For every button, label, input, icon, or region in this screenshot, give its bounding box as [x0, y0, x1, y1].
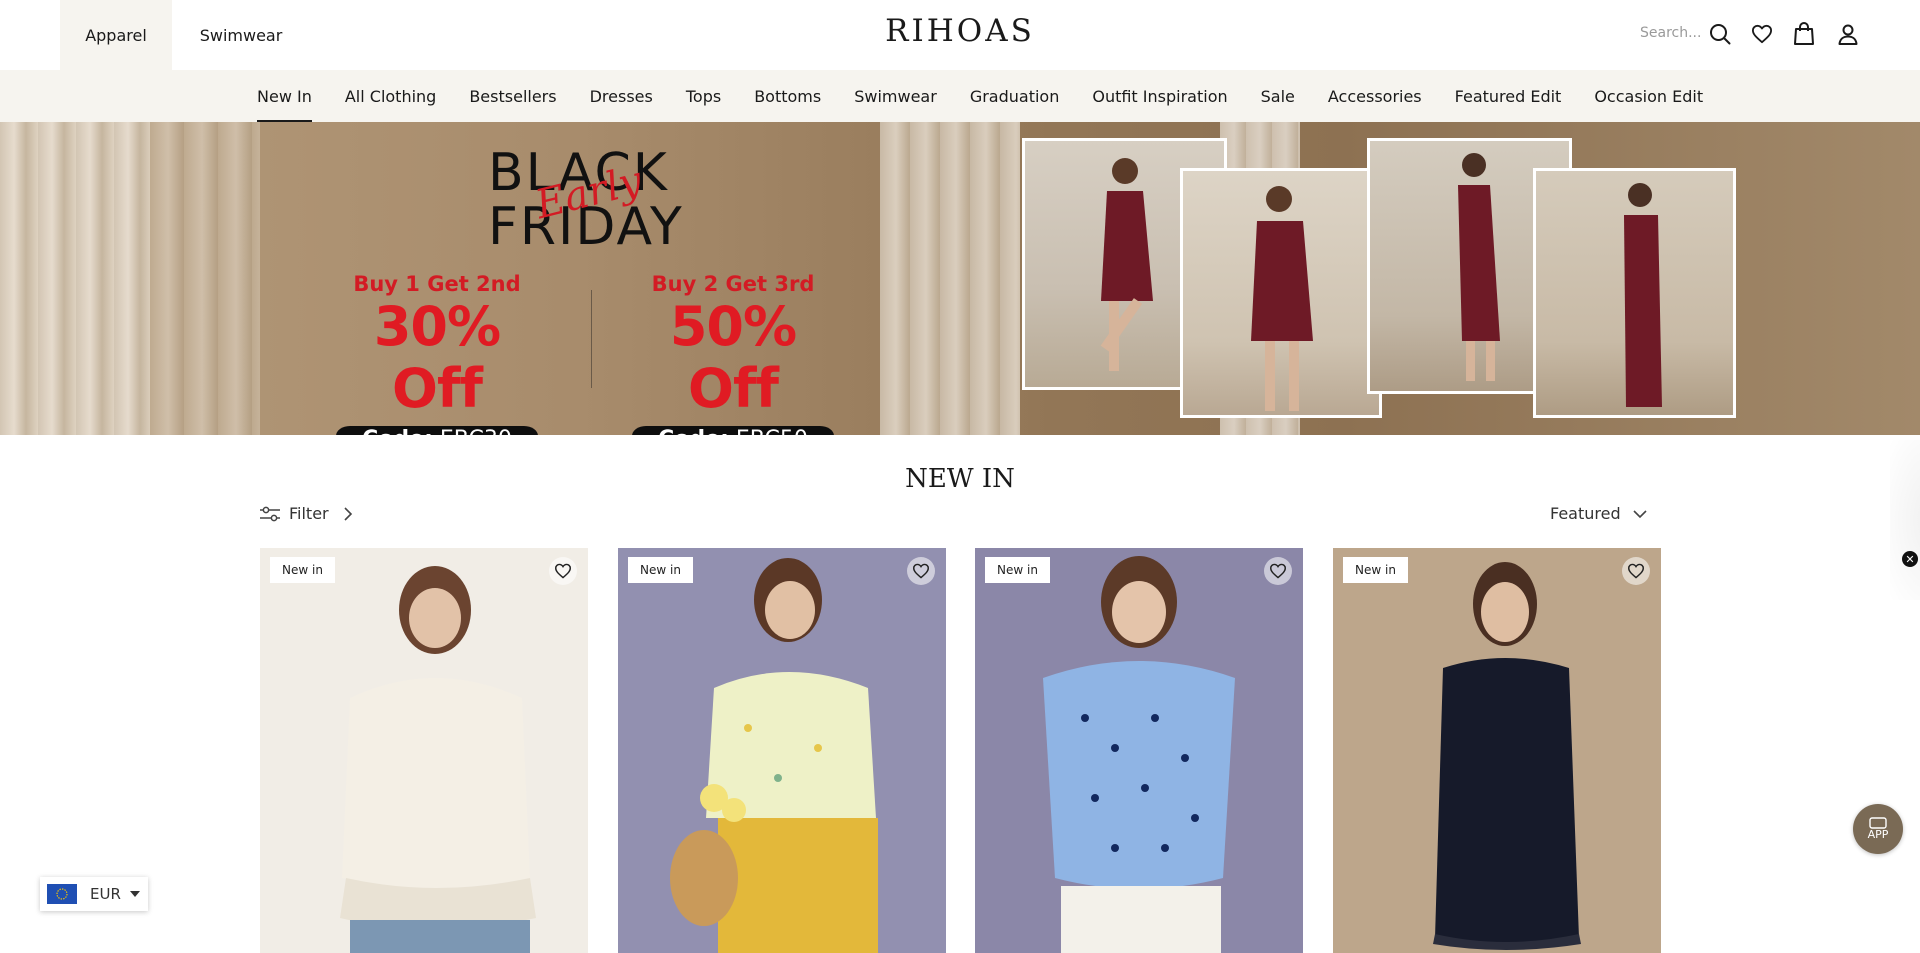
deal-50-code: Code: EBC50: [632, 426, 834, 435]
side-promo-tab: [1890, 440, 1920, 600]
nav-item-bestsellers[interactable]: Bestsellers: [469, 70, 556, 122]
nav-item-featured-edit[interactable]: Featured Edit: [1455, 70, 1562, 122]
nav-item-all-clothing[interactable]: All Clothing: [345, 70, 436, 122]
product-image-2: [618, 548, 946, 953]
new-in-badge: New in: [270, 557, 335, 583]
model-photo-2: [1180, 168, 1382, 418]
deal-50-code-value: EBC50: [736, 427, 808, 435]
category-tab-swimwear[interactable]: Swimwear: [172, 0, 310, 70]
nav-item-sale[interactable]: Sale: [1261, 70, 1295, 122]
deal-30-percent: 30% Off: [373, 295, 501, 420]
promo-banner[interactable]: BLACK FRIDAY Early Buy 1 Get 2nd 30% Off…: [0, 122, 1920, 435]
deal-30-head: Buy 1 Get 2nd: [353, 272, 521, 296]
product-image-4: [1333, 548, 1661, 953]
deal-separator: [591, 290, 592, 388]
new-in-badge: New in: [628, 557, 693, 583]
close-icon[interactable]: ✕: [1902, 551, 1918, 567]
nav-list: New In All Clothing Bestsellers Dresses …: [257, 70, 1736, 122]
new-in-badge: New in: [1343, 557, 1408, 583]
deal-30-code: Code: EBC30: [336, 426, 538, 435]
chevron-down-icon: [1633, 509, 1647, 518]
caret-down-icon: [129, 891, 140, 897]
wishlist-heart-icon[interactable]: [907, 557, 935, 585]
nav-item-dresses[interactable]: Dresses: [590, 70, 653, 122]
nav-item-tops[interactable]: Tops: [686, 70, 721, 122]
deal-50-off: Buy 2 Get 3rd 50% Off Code: EBC50: [618, 272, 848, 435]
deal-30-code-value: EBC30: [440, 427, 512, 435]
section-title: NEW IN: [905, 464, 1015, 494]
deal-50-percent: 50% Off: [669, 295, 797, 420]
nav-item-bottoms[interactable]: Bottoms: [754, 70, 821, 122]
search-input[interactable]: Search...: [1640, 25, 1701, 41]
deal-50-code-prefix: Code:: [658, 427, 729, 435]
category-tab-apparel[interactable]: Apparel: [60, 0, 172, 70]
product-card-3[interactable]: New in: [975, 548, 1303, 953]
app-download-button[interactable]: APP: [1853, 804, 1903, 854]
eu-flag-icon: [47, 884, 77, 904]
deal-50-head: Buy 2 Get 3rd: [651, 272, 815, 296]
sort-dropdown[interactable]: Featured: [1550, 504, 1647, 523]
deal-30-off: Buy 1 Get 2nd 30% Off Code: EBC30: [322, 272, 552, 435]
heart-icon[interactable]: [1749, 21, 1775, 47]
main-nav: New In All Clothing Bestsellers Dresses …: [0, 70, 1920, 122]
product-image-1: [260, 548, 588, 953]
app-label: APP: [1867, 828, 1889, 841]
currency-selector[interactable]: EUR: [40, 877, 148, 911]
bag-icon[interactable]: [1791, 21, 1817, 47]
wishlist-heart-icon[interactable]: [1264, 557, 1292, 585]
top-header: Apparel Swimwear RIHOAS Search...: [0, 0, 1920, 70]
user-icon[interactable]: [1835, 21, 1861, 47]
search-icon[interactable]: [1707, 21, 1733, 47]
wishlist-heart-icon[interactable]: [1622, 557, 1650, 585]
deal-30-code-prefix: Code:: [362, 427, 433, 435]
currency-label: EUR: [90, 885, 121, 903]
product-image-3: [975, 548, 1303, 953]
nav-item-graduation[interactable]: Graduation: [970, 70, 1060, 122]
sort-label: Featured: [1550, 504, 1621, 523]
chevron-right-icon: [344, 506, 352, 521]
new-in-badge: New in: [985, 557, 1050, 583]
nav-item-new-in[interactable]: New In: [257, 70, 312, 122]
filter-button[interactable]: Filter: [259, 504, 355, 523]
nav-item-occasion-edit[interactable]: Occasion Edit: [1594, 70, 1703, 122]
product-card-4[interactable]: New in: [1333, 548, 1661, 953]
nav-item-swimwear[interactable]: Swimwear: [854, 70, 937, 122]
filter-icon: [260, 506, 280, 521]
model-photo-4: [1533, 168, 1736, 418]
product-card-1[interactable]: New in: [260, 548, 588, 953]
nav-item-accessories[interactable]: Accessories: [1328, 70, 1422, 122]
nav-item-outfit-inspiration[interactable]: Outfit Inspiration: [1092, 70, 1227, 122]
filter-label: Filter: [289, 504, 329, 523]
product-card-2[interactable]: New in: [618, 548, 946, 953]
wishlist-heart-icon[interactable]: [549, 557, 577, 585]
